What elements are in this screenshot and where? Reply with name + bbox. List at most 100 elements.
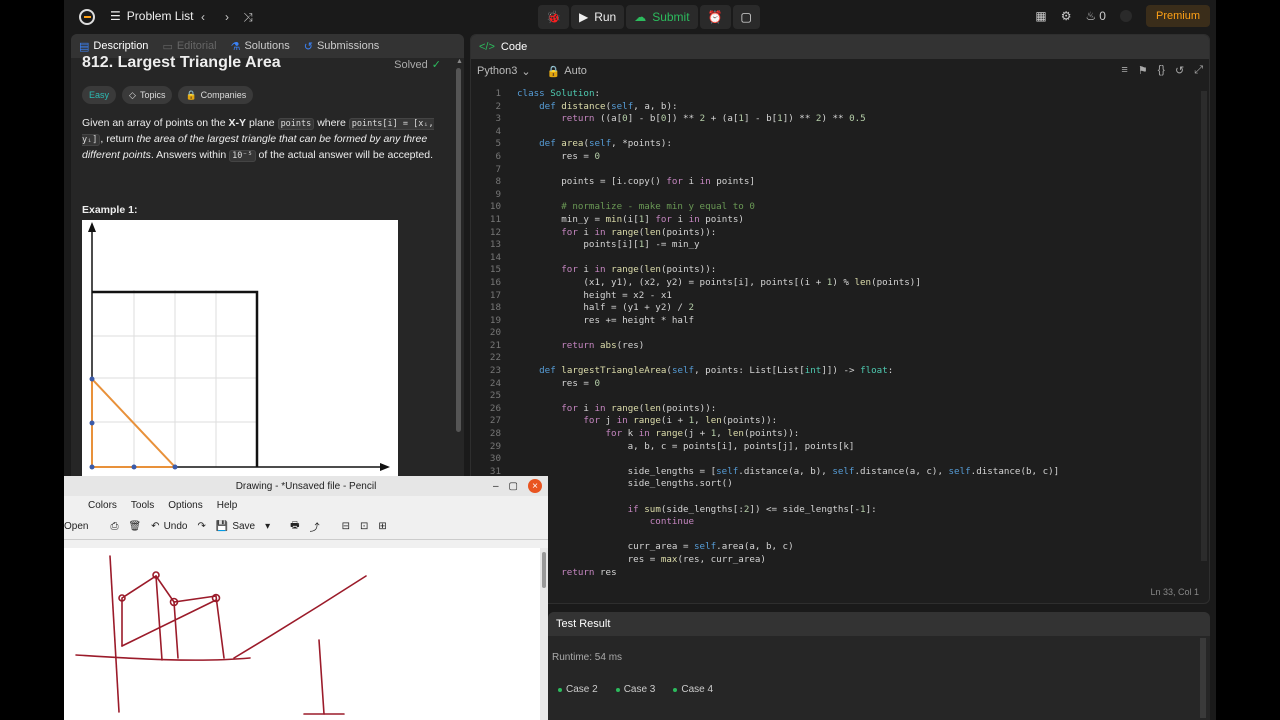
redo-icon[interactable]: ↷ [197, 521, 205, 532]
next-problem-button[interactable]: › [220, 9, 234, 25]
case-tab-3[interactable]: Case 3 [615, 684, 656, 695]
note-icon: ▢ [740, 10, 752, 24]
code-line: 7 [495, 163, 501, 175]
menu-tools[interactable]: Tools [131, 500, 154, 511]
companies-tag[interactable]: 🔒 Companies [178, 86, 254, 104]
topics-tag[interactable]: ◇ Topics [122, 86, 173, 104]
submit-button[interactable]: ☁ Submit [626, 5, 698, 29]
expand-icon[interactable]: ⤢ [1194, 64, 1203, 77]
problem-tags: Easy ◇ Topics 🔒 Companies [82, 86, 437, 104]
editor-scrollbar[interactable] [1201, 91, 1207, 561]
problem-list-button[interactable]: ☰ Problem List [110, 9, 193, 23]
menu-options[interactable]: Options [168, 500, 202, 511]
tab-solutions-label: Solutions [244, 40, 290, 52]
layout-icon[interactable]: ▦ [1035, 9, 1046, 23]
tab-solutions[interactable]: ⚗ Solutions [231, 40, 290, 53]
code-line: 31 side_lengths = [self.distance(a, b), … [489, 465, 1060, 477]
pencil-title-bar[interactable]: Drawing - *Unsaved file - Pencil – ▢ × [64, 476, 548, 496]
tag-icon: ◇ [129, 89, 136, 100]
case-tab-2[interactable]: Case 2 [558, 684, 598, 695]
debug-button[interactable]: 🐞 [538, 5, 569, 29]
gear-icon[interactable]: ⚙ [1061, 9, 1072, 23]
printer-icon[interactable]: 🖶 [290, 518, 299, 535]
notes-button[interactable]: ▢ [732, 5, 760, 29]
open-button[interactable]: Open [64, 521, 88, 532]
timer-button[interactable]: ⏰ [699, 5, 731, 29]
reset-icon[interactable]: ↺ [1175, 64, 1184, 77]
zoom-out-icon[interactable]: ⊟ [342, 521, 350, 532]
code-line: if sum(side_lengths[:2]) <= side_lengths… [627, 503, 877, 515]
editor-actions: ≡ ⚑ {} ↺ ⤢ [1121, 64, 1203, 77]
close-button[interactable]: × [528, 479, 542, 493]
desc-text-5: . Answers within [150, 149, 230, 161]
cloud-upload-icon: ☁ [634, 10, 647, 24]
code-tolerance: 10⁻⁵ [229, 150, 256, 162]
code-editor[interactable]: 1 class Solution: 2 def distance(self, a,… [471, 88, 1209, 578]
minimize-icon[interactable]: – [493, 481, 499, 492]
case-3-label: Case 3 [623, 684, 656, 695]
code-toolbar: Python3 ⌄ 🔒 Auto ≡ ⚑ {} ↺ ⤢ [471, 59, 1209, 83]
test-scrollbar[interactable] [1200, 638, 1206, 718]
language-select[interactable]: Python3 ⌄ [477, 65, 531, 78]
run-button[interactable]: ▶ Run [570, 5, 625, 29]
companies-label: Companies [200, 90, 247, 100]
topics-label: Topics [139, 90, 166, 100]
undo-button[interactable]: ↶ Undo [151, 521, 187, 532]
code-line: 26 for i in range(len(points)): [489, 402, 717, 414]
shuffle-icon: ⤨ [243, 9, 253, 24]
zoom-in-icon[interactable]: ⊞ [378, 521, 386, 532]
lock-icon: 🔒 [546, 65, 561, 78]
example-image [82, 220, 398, 490]
code-tab-label[interactable]: Code [501, 41, 527, 53]
desc-text-6: of the actual answer will be accepted. [255, 149, 434, 161]
leetcode-logo-icon[interactable] [78, 8, 96, 26]
auto-mode[interactable]: 🔒 Auto [547, 65, 587, 78]
menu-help[interactable]: Help [217, 500, 238, 511]
code-line: 18 half = (y1 + y2) / 2 [489, 302, 695, 314]
auto-label: Auto [564, 65, 587, 77]
drawing-canvas[interactable] [64, 548, 540, 720]
run-submit-group: 🐞 ▶ Run ☁ Submit ⏰ ▢ [538, 5, 760, 29]
code-line: 27 for j in range(i + 1, len(points)): [489, 415, 778, 427]
shuffle-button[interactable]: ⤨ [240, 9, 256, 25]
braces-icon[interactable]: {} [1158, 64, 1165, 77]
code-line: curr_area = self.area(a, b, c) [517, 541, 794, 553]
trash-icon[interactable]: 🗑 [128, 521, 141, 532]
maximize-icon[interactable]: ▢ [509, 481, 518, 492]
menu-colors[interactable]: Colors [88, 500, 117, 511]
code-panel: </> Code Python3 ⌄ 🔒 Auto ≡ ⚑ {} ↺ ⤢ 1 cl… [470, 34, 1210, 604]
bookmark-icon[interactable]: ⚑ [1138, 64, 1148, 77]
alarm-icon: ⏰ [707, 10, 723, 24]
format-icon[interactable]: ≡ [1121, 64, 1127, 77]
tab-description[interactable]: ▤ Description [79, 40, 148, 53]
code-line: 30 [489, 453, 501, 465]
code-tab-header: </> Code [471, 35, 1209, 59]
test-result-tab[interactable]: Test Result [548, 612, 1210, 636]
zoom-fit-icon[interactable]: ⊡ [360, 521, 368, 532]
save-dropdown-icon[interactable]: ▾ [265, 521, 270, 532]
case-tab-4[interactable]: Case 4 [673, 684, 713, 695]
print-icon[interactable]: ⎙ [110, 521, 118, 532]
check-circle-icon: ✓ [431, 59, 441, 71]
save-button[interactable]: 💾 Save [216, 521, 255, 532]
avatar[interactable] [1119, 10, 1132, 22]
test-result-panel: Test Result Runtime: 54 ms Case 2 Case 3… [548, 612, 1210, 720]
code-line: side_lengths.sort() [517, 478, 733, 490]
streak-counter[interactable]: ♨ 0 [1086, 9, 1106, 23]
tab-submissions[interactable]: ↺ Submissions [304, 40, 380, 53]
premium-button[interactable]: Premium [1145, 5, 1210, 27]
share-icon[interactable]: ⤴ [310, 519, 320, 534]
desc-xy: X-Y [228, 117, 247, 129]
save-icon: 💾 [215, 521, 229, 532]
code-line: 11 min_y = min(i[1] for i in points) [489, 213, 744, 225]
code-line: 25 [489, 390, 501, 402]
runtime-text: Runtime: 54 ms [552, 652, 623, 663]
tab-editorial[interactable]: ▭ Editorial [162, 40, 216, 53]
description-scrollbar[interactable]: ▲ [454, 56, 463, 456]
case-2-label: Case 2 [566, 684, 598, 695]
canvas-scrollbar[interactable] [540, 548, 548, 720]
code-line: 13 points[i][1] -= min_y [489, 239, 700, 251]
problem-list-label: Problem List [126, 9, 194, 23]
prev-problem-button[interactable]: ‹ [196, 9, 210, 25]
